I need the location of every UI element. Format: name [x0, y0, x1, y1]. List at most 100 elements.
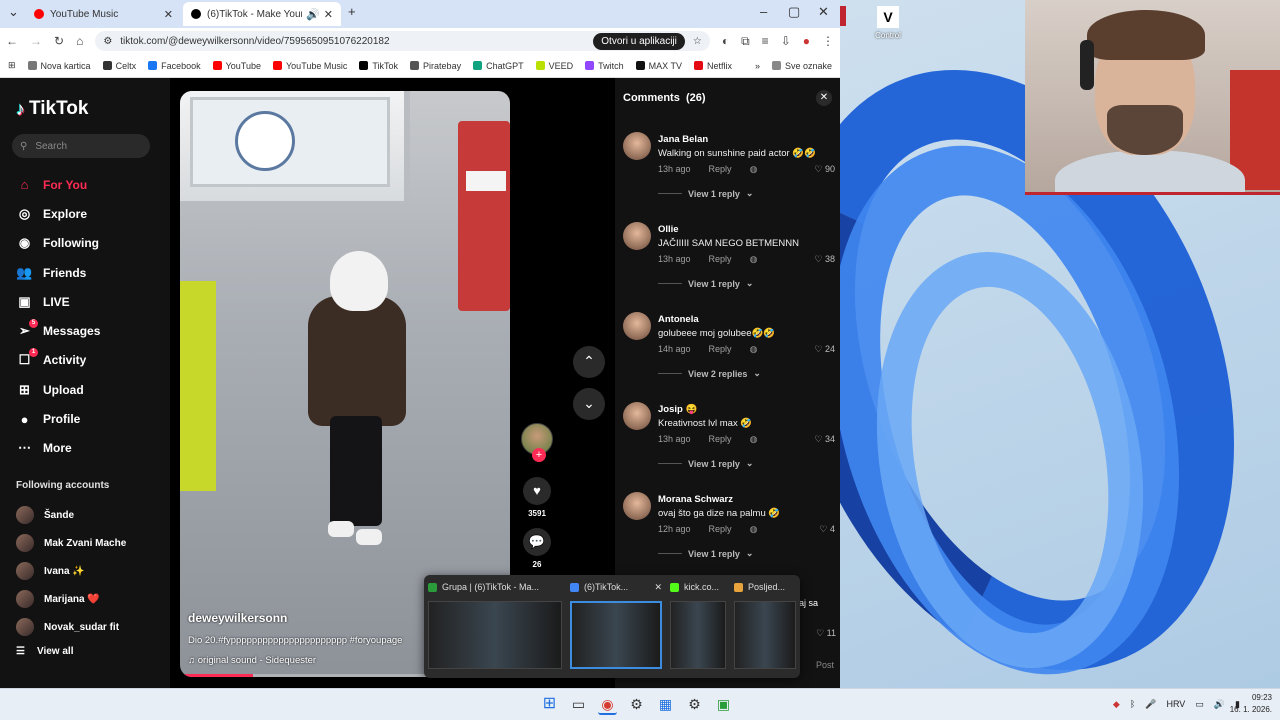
following-account-item[interactable]: Ivana ✨ — [16, 557, 126, 585]
comment-button[interactable]: 💬 — [523, 528, 551, 556]
nav-item-live[interactable]: ▣ LIVE — [16, 287, 100, 316]
view-replies-button[interactable]: View 1 reply ⌄ — [658, 278, 753, 289]
avatar[interactable] — [623, 402, 651, 430]
bookmark-item[interactable]: TikTok — [359, 61, 398, 71]
tab-tiktok[interactable]: (6)TikTok - Make Your Day 🔊 ✕ — [183, 2, 341, 26]
avatar[interactable] — [623, 312, 651, 340]
comment-like-button[interactable]: ♡ 4 — [819, 524, 835, 535]
reply-button[interactable]: Reply — [709, 344, 732, 355]
nav-item-following[interactable]: ◉ Following — [16, 229, 100, 258]
volume-icon[interactable]: 🔊 — [1214, 699, 1225, 710]
creator-avatar[interactable]: + — [521, 423, 553, 462]
bookmark-item[interactable]: YouTube Music — [273, 61, 347, 71]
reply-button[interactable]: Reply — [709, 254, 732, 265]
open-in-app-button[interactable]: Otvori u aplikaciji — [593, 32, 685, 50]
minimize-button[interactable]: – — [760, 4, 767, 19]
control-panel-icon[interactable]: ⚙ — [685, 693, 704, 715]
bookmark-item[interactable]: Piratebay — [410, 61, 461, 71]
close-tab-icon[interactable]: ✕ — [324, 8, 333, 21]
bookmark-item[interactable]: ChatGPT — [473, 61, 524, 71]
comment-like-button[interactable]: ♡ 38 — [814, 254, 835, 265]
language-indicator[interactable]: HRV — [1166, 699, 1185, 709]
bookmark-item[interactable]: Twitch — [585, 61, 624, 71]
desktop-icon-control[interactable]: V Control — [870, 6, 906, 40]
close-window-button[interactable]: ✕ — [818, 4, 829, 20]
back-icon[interactable]: ← — [6, 34, 18, 48]
reload-icon[interactable]: ↻ — [54, 34, 64, 48]
tiktok-logo[interactable]: ♪ TikTok — [16, 98, 88, 120]
home-icon[interactable]: ⌂ — [76, 34, 83, 48]
tray-app-icon[interactable]: ◆ — [1113, 699, 1120, 710]
media-icon[interactable]: ≡ — [762, 34, 769, 48]
taskbar-preview-item[interactable]: Posljed... — [734, 579, 796, 674]
search-input[interactable]: ⚲ Search — [12, 134, 150, 158]
nav-item-friends[interactable]: 👥 Friends — [16, 258, 100, 287]
start-button[interactable]: ⊞ — [540, 693, 559, 715]
url-field[interactable]: ⚙ tiktok.com/@deweywilkersonn/video/7595… — [95, 31, 710, 51]
avatar[interactable]: ● — [803, 34, 810, 48]
nav-item-messages[interactable]: ➢ 5 Messages — [16, 316, 100, 345]
bookmarks-folder[interactable]: Sve oznake — [771, 61, 832, 71]
view-replies-button[interactable]: View 1 reply ⌄ — [658, 548, 753, 559]
bookmark-item[interactable]: VEED — [535, 61, 573, 71]
nav-item-explore[interactable]: ◎ Explore — [16, 199, 100, 228]
photos-icon[interactable]: ▦ — [656, 693, 675, 715]
reply-button[interactable]: Reply — [709, 164, 732, 175]
view-replies-button[interactable]: View 1 reply ⌄ — [658, 188, 753, 199]
kick-icon[interactable]: ▣ — [714, 693, 733, 715]
nav-item-profile[interactable]: ● Profile — [16, 404, 100, 433]
close-comments-button[interactable]: ✕ — [816, 90, 832, 106]
more-bookmarks-icon[interactable]: » — [755, 61, 760, 71]
reply-button[interactable]: Reply — [709, 434, 732, 445]
avatar[interactable] — [623, 222, 651, 250]
bookmark-item[interactable]: Celtx — [102, 61, 136, 71]
new-tab-button[interactable]: + — [348, 4, 356, 19]
nav-item-for-you[interactable]: ⌂ For You — [16, 170, 100, 199]
site-info-icon[interactable]: ⚙ — [103, 36, 112, 47]
close-tab-icon[interactable]: ✕ — [164, 8, 173, 21]
comment-like-button[interactable]: ♡ 34 — [814, 434, 835, 445]
tab-search-icon[interactable]: ⌄ — [8, 4, 19, 20]
comment-author[interactable]: Morana Schwarz — [658, 494, 733, 505]
avatar[interactable] — [623, 132, 651, 160]
bookmark-item[interactable]: YouTube — [212, 61, 261, 71]
nav-item-activity[interactable]: ☐ 1 Activity — [16, 346, 100, 375]
tab-youtube-music[interactable]: YouTube Music ✕ — [26, 2, 181, 26]
view-replies-button[interactable]: View 1 reply ⌄ — [658, 458, 753, 469]
microphone-icon[interactable]: 🎤 — [1145, 699, 1156, 710]
comment-author[interactable]: Ollie — [658, 224, 679, 235]
comment-author[interactable]: Josip 😝 — [658, 404, 697, 415]
comment-like-button[interactable]: ♡ 90 — [814, 164, 835, 175]
follow-plus-icon[interactable]: + — [532, 448, 546, 462]
next-video-button[interactable]: ⌄ — [573, 388, 605, 420]
forward-icon[interactable]: → — [30, 34, 42, 48]
comment-author[interactable]: Antonela — [658, 314, 699, 325]
view-replies-button[interactable]: View 2 replies ⌄ — [658, 368, 761, 379]
previous-video-button[interactable]: ⌃ — [573, 346, 605, 378]
like-button[interactable]: ♥ — [523, 477, 551, 505]
following-account-item[interactable]: Novak_sudar fit — [16, 613, 126, 641]
partial-comment-likes[interactable]: ♡ 11 — [816, 628, 836, 639]
puzzle-icon[interactable]: ⧉ — [741, 34, 750, 49]
maximize-button[interactable]: ▢ — [788, 4, 800, 20]
nav-item-more[interactable]: ⋯ More — [16, 434, 100, 463]
view-all-button[interactable]: ☰ View all — [16, 646, 73, 657]
reply-button[interactable]: Reply — [709, 524, 732, 535]
nav-item-upload[interactable]: ⊞ Upload — [16, 375, 100, 404]
bookmark-item[interactable]: MAX TV — [635, 61, 682, 71]
file-explorer-icon[interactable]: ▭ — [569, 693, 588, 715]
taskbar-preview-item[interactable]: Grupa | (6)TikTok - Ma... — [428, 579, 562, 674]
close-preview-icon[interactable]: ✕ — [654, 582, 662, 593]
taskbar-preview-item[interactable]: kick.co... — [670, 579, 726, 674]
taskbar-preview-item[interactable]: (6)TikTok... ✕ — [570, 579, 662, 674]
following-account-item[interactable]: Šande — [16, 501, 126, 529]
bluetooth-icon[interactable]: ᛒ — [1130, 699, 1135, 709]
url-text[interactable]: tiktok.com/@deweywilkersonn/video/759565… — [120, 36, 585, 47]
bookmark-item[interactable]: Netflix — [693, 61, 732, 71]
avatar[interactable] — [623, 492, 651, 520]
bookmark-item[interactable]: Nova kartica — [27, 61, 91, 71]
video-sound[interactable]: ♫ original sound - Sidequester — [188, 655, 316, 666]
settings-gear-icon[interactable]: ⚙ — [627, 693, 646, 715]
video-username[interactable]: deweywilkersonn — [188, 611, 287, 625]
apps-icon[interactable]: ⊞ — [8, 60, 16, 71]
